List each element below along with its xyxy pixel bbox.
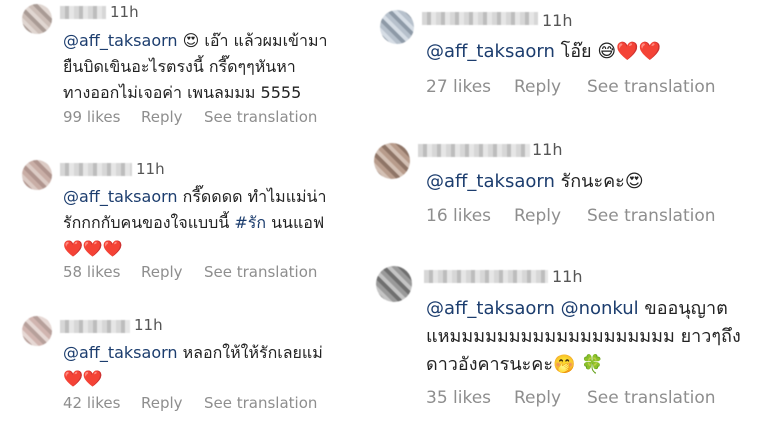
see-translation-button[interactable]: See translation [587,206,716,226]
hearts-emoji: ❤️❤️ [63,369,103,388]
comment-text: @aff_taksaorn โอ๊ย 😅❤️❤️ [426,38,661,66]
right-column: 11h @aff_taksaorn โอ๊ย 😅❤️❤️ 27 likes Rep… [372,0,768,436]
avatar[interactable] [22,4,52,34]
see-translation-button[interactable]: See translation [204,108,317,126]
timestamp: 11h [134,316,163,334]
mention-link[interactable]: @aff_taksaorn [63,31,178,50]
comment-line-1: กรี๊ดดดด ทำไมแม่น่า [177,187,327,206]
username-blurred[interactable] [424,270,548,283]
comment-line-2: แหมมมมมมมมมมมมมมมมมมม ยาวๆถึง [426,326,741,347]
likes-count[interactable]: 27 likes [426,77,514,97]
mention-link[interactable]: @aff_taksaorn [426,41,555,62]
hearts-emoji: ❤️❤️❤️ [63,239,123,258]
avatar[interactable] [374,143,410,179]
reply-button[interactable]: Reply [514,388,587,408]
timestamp: 11h [110,3,139,21]
comment-text: @aff_taksaorn @nonkul ขออนุญาต แหมมมมมมม… [426,295,741,379]
comment-line-2: ยืนบิดเขินอะไรตรงนี้ กรี๊ดๆๆหันหา [63,57,296,76]
likes-count[interactable]: 58 likes [63,263,141,281]
avatar[interactable] [376,266,412,302]
comment-line-2a: รักกกกับคนของใจแบบนี้ [63,213,235,232]
comment-text: @aff_taksaorn 😍 เอ๊า แล้วผมเข้ามา ยืนบิด… [63,28,328,106]
reply-button[interactable]: Reply [514,77,587,97]
username-blurred[interactable] [422,12,538,25]
likes-count[interactable]: 42 likes [63,394,141,412]
comment-line-1: หลอกให้ให้รักเลยแม่ [177,343,323,362]
reply-button[interactable]: Reply [141,394,204,412]
left-column: 11h @aff_taksaorn 😍 เอ๊า แล้วผมเข้ามา ยื… [0,0,370,436]
comment-actions: 99 likes Reply See translation [63,108,317,126]
see-translation-button[interactable]: See translation [587,388,716,408]
username-blurred[interactable] [418,144,530,157]
reply-button[interactable]: Reply [514,206,587,226]
username-blurred[interactable] [60,163,132,176]
timestamp: 11h [552,267,583,286]
mention-link[interactable]: @aff_taksaorn [63,187,178,206]
username-blurred[interactable] [60,6,106,19]
likes-count[interactable]: 99 likes [63,108,141,126]
comment-line-1: ขออนุญาต [638,298,728,319]
comment-actions: 58 likes Reply See translation [63,263,317,281]
comment-line-3: ทางออกไม่เจอค่า เพนลมมม 5555 [63,83,302,102]
reply-button[interactable]: Reply [141,108,204,126]
timestamp: 11h [136,160,165,178]
reply-button[interactable]: Reply [141,263,204,281]
likes-count[interactable]: 16 likes [426,206,514,226]
comment-line-2b: นนแอฟ [266,213,325,232]
see-translation-button[interactable]: See translation [204,263,317,281]
comment-text: @aff_taksaorn กรี๊ดดดด ทำไมแม่น่า รักกกก… [63,184,326,262]
mention-link[interactable]: @aff_taksaorn [426,171,555,192]
username-blurred[interactable] [60,320,130,333]
avatar[interactable] [380,10,414,44]
mention-link[interactable]: @aff_taksaorn [63,343,178,362]
comment-text: @aff_taksaorn รักนะคะ😍 [426,168,644,196]
comment-actions: 42 likes Reply See translation [63,394,317,412]
avatar[interactable] [22,160,52,190]
likes-count[interactable]: 35 likes [426,388,514,408]
comment-line-1: รักนะคะ😍 [554,171,644,192]
comment-actions: 35 likes Reply See translation [426,388,716,408]
comment-actions: 27 likes Reply See translation [426,77,716,97]
see-translation-button[interactable]: See translation [204,394,317,412]
mention-link[interactable]: @aff_taksaorn @nonkul [426,298,639,319]
hashtag-link[interactable]: #รัก [234,213,266,232]
comment-line-3: ดาวอังคารนะคะ🤭 🍀 [426,354,604,375]
timestamp: 11h [532,140,563,159]
avatar[interactable] [22,316,52,346]
comment-line-1: 😍 เอ๊า แล้วผมเข้ามา [177,31,328,50]
comment-actions: 16 likes Reply See translation [426,206,716,226]
timestamp: 11h [542,11,573,30]
comment-line-1: โอ๊ย 😅❤️❤️ [554,41,661,62]
comment-text: @aff_taksaorn หลอกให้ให้รักเลยแม่ ❤️❤️ [63,340,323,392]
see-translation-button[interactable]: See translation [587,77,716,97]
